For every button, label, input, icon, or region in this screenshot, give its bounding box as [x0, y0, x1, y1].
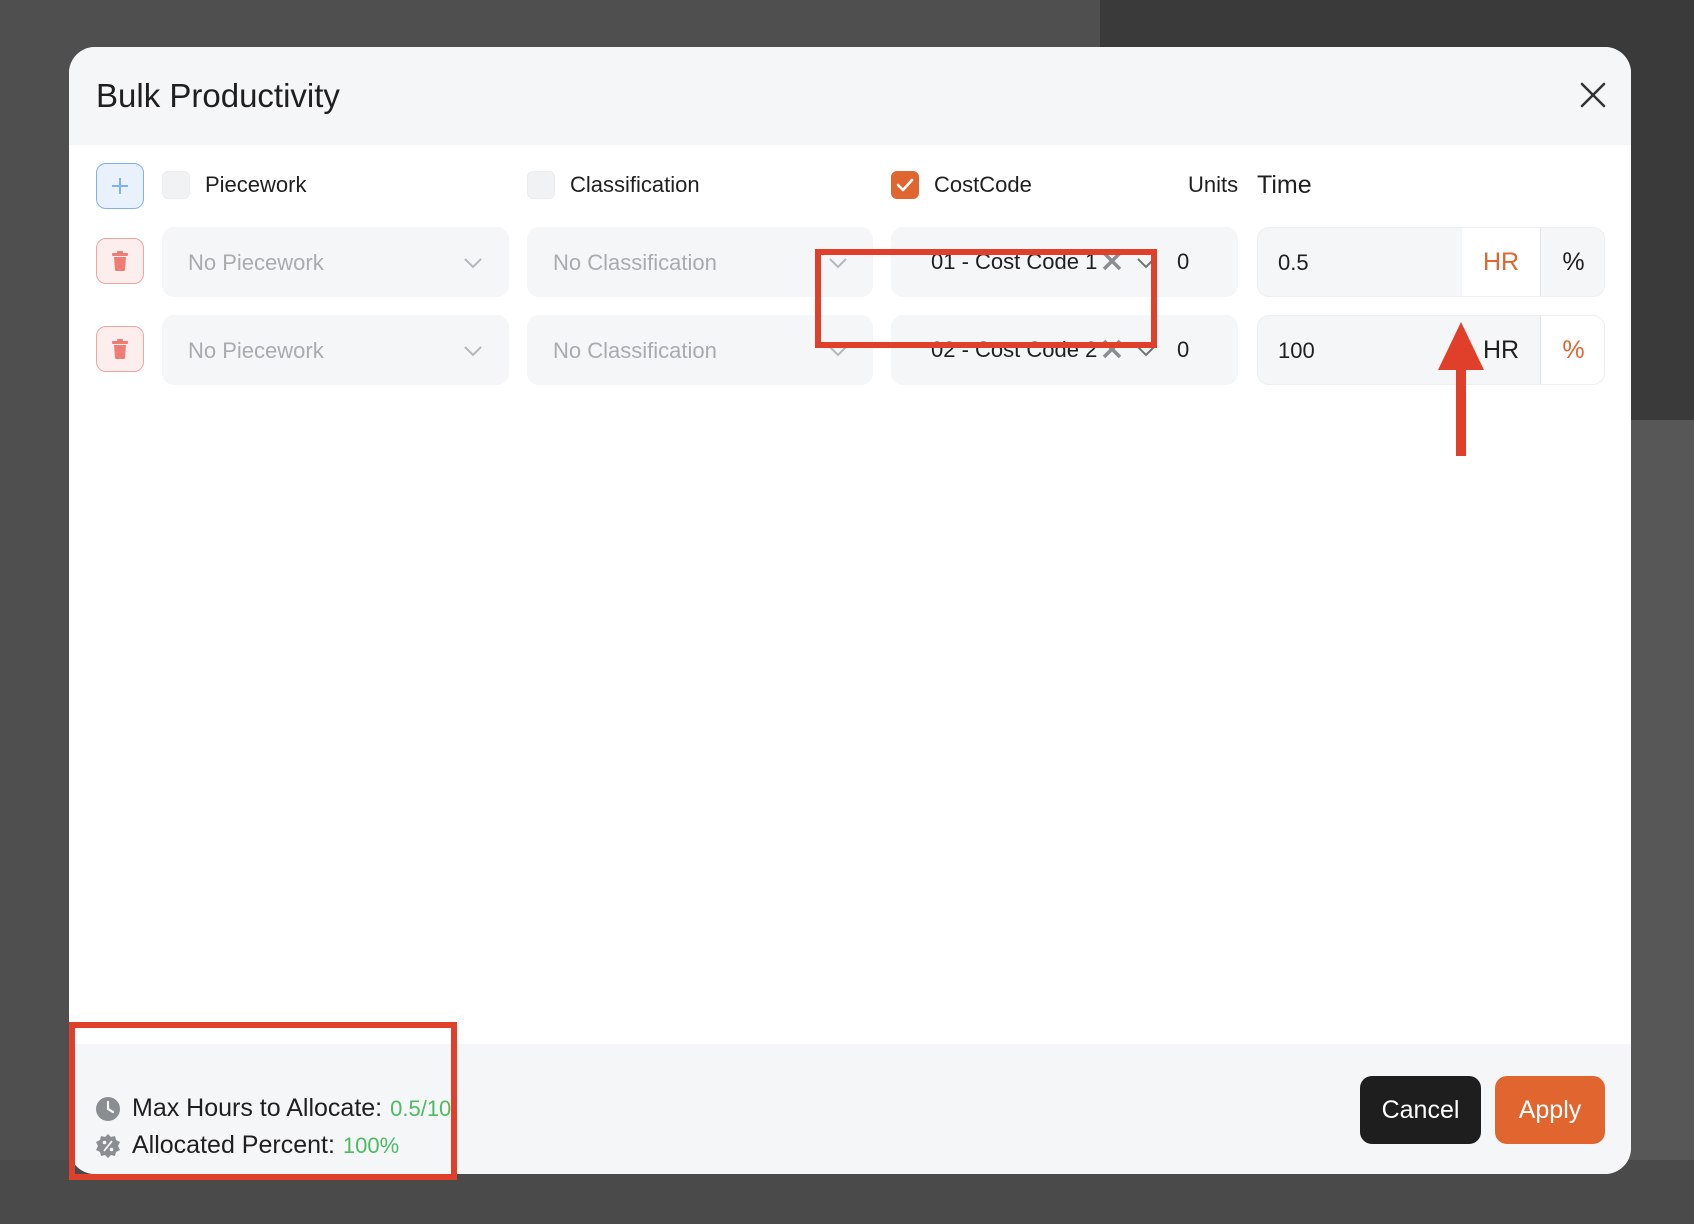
column-header-row: Piecework Classification CostCode Units …	[69, 162, 1631, 222]
classification-placeholder: No Classification	[553, 250, 717, 275]
costcode-column-label: CostCode	[934, 172, 1032, 197]
delete-row-button[interactable]	[96, 238, 144, 284]
time-column-label: Time	[1257, 171, 1312, 199]
classification-checkbox[interactable]	[527, 171, 555, 199]
piecework-placeholder: No Piecework	[188, 338, 324, 363]
delete-row-button[interactable]	[96, 326, 144, 372]
plus-icon	[112, 178, 128, 194]
cancel-button[interactable]: Cancel	[1360, 1076, 1481, 1144]
classification-placeholder: No Classification	[553, 338, 717, 363]
units-column-label: Units	[1188, 172, 1239, 197]
trash-icon	[112, 339, 128, 359]
chevron-down-icon	[464, 346, 482, 357]
modal-title: Bulk Productivity	[96, 77, 340, 114]
piecework-checkbox[interactable]	[162, 171, 190, 199]
time-input[interactable]: 100	[1278, 338, 1315, 364]
footer-stats-highlight-annotation	[69, 1022, 457, 1180]
units-value[interactable]: 0	[1177, 337, 1189, 363]
costcode-highlight-annotation	[815, 249, 1157, 348]
time-input-group: 100 HR %	[1257, 315, 1605, 385]
apply-button[interactable]: Apply	[1495, 1076, 1605, 1144]
time-input-group: 0.5 HR %	[1257, 227, 1605, 297]
piecework-select[interactable]: No Piecework	[162, 227, 509, 297]
chevron-down-icon	[464, 258, 482, 269]
piecework-select[interactable]: No Piecework	[162, 315, 509, 385]
unit-hr-button[interactable]: HR	[1462, 228, 1540, 296]
piecework-placeholder: No Piecework	[188, 250, 324, 275]
trash-icon	[112, 251, 128, 271]
units-value[interactable]: 0	[1177, 249, 1189, 275]
piecework-column-label: Piecework	[205, 172, 307, 197]
time-input[interactable]: 0.5	[1278, 250, 1309, 276]
unit-percent-button[interactable]: %	[1540, 316, 1604, 384]
costcode-checkbox[interactable]	[891, 171, 919, 199]
close-button[interactable]	[1576, 78, 1610, 112]
close-icon	[1580, 82, 1606, 108]
add-row-button[interactable]	[96, 163, 144, 209]
arrow-up-icon	[1438, 322, 1484, 456]
check-icon	[896, 178, 914, 192]
modal-header: Bulk Productivity	[69, 47, 1631, 145]
classification-column-label: Classification	[570, 172, 700, 197]
bulk-productivity-modal: Bulk Productivity Piecework Classificati…	[69, 47, 1631, 1174]
unit-percent-button[interactable]: %	[1540, 228, 1604, 296]
